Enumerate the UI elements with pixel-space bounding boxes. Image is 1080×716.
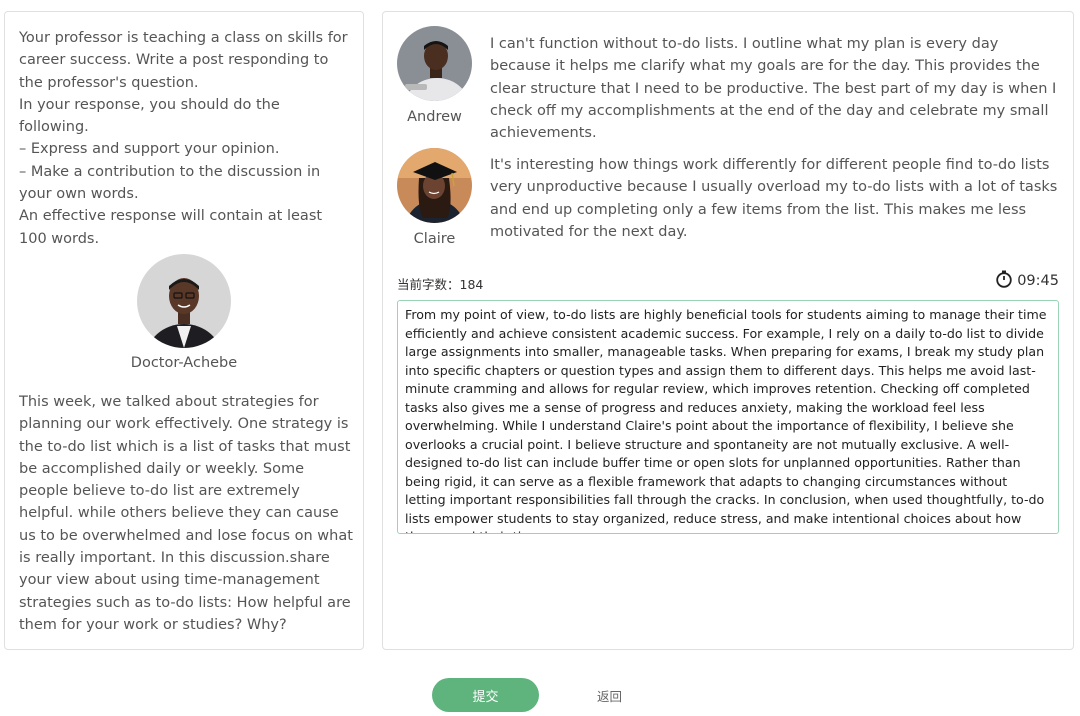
professor-name: Doctor-Achebe <box>130 355 238 371</box>
student-avatar-andrew <box>397 26 472 101</box>
stopwatch-icon <box>995 270 1013 292</box>
student-name-andrew: Andrew <box>407 109 462 125</box>
student-name-claire: Claire <box>413 231 456 247</box>
professor-avatar <box>137 254 231 348</box>
student-avatar-claire <box>397 148 472 223</box>
word-count: 当前字数：184 <box>397 277 484 292</box>
countdown-timer: 09:45 <box>995 270 1059 292</box>
student-post-claire: It's interesting how things work differe… <box>490 157 1058 240</box>
discussion-panel: Andrew I can't function without to-do li… <box>382 11 1074 650</box>
prompt-line: In your response, you should do the foll… <box>19 96 280 136</box>
question-panel: Your professor is teaching a class on sk… <box>4 11 364 650</box>
task-prompt: Your professor is teaching a class on sk… <box>19 27 353 250</box>
submit-button[interactable]: 提交 <box>432 678 539 712</box>
student-post-andrew: I can't function without to-do lists. I … <box>490 36 1057 142</box>
prompt-line: An effective response will contain at le… <box>19 208 323 247</box>
professor-question: This week, we talked about strategies fo… <box>19 394 353 633</box>
prompt-line: – Express and support your opinion. <box>19 141 280 158</box>
back-link[interactable]: 返回 <box>597 686 622 705</box>
prompt-line: – Make a contribution to the discussion … <box>19 163 321 203</box>
response-textarea[interactable]: From my point of view, to-do lists are h… <box>397 300 1059 534</box>
prompt-line: Your professor is teaching a class on sk… <box>19 30 348 91</box>
timer-value: 09:45 <box>1017 273 1059 289</box>
